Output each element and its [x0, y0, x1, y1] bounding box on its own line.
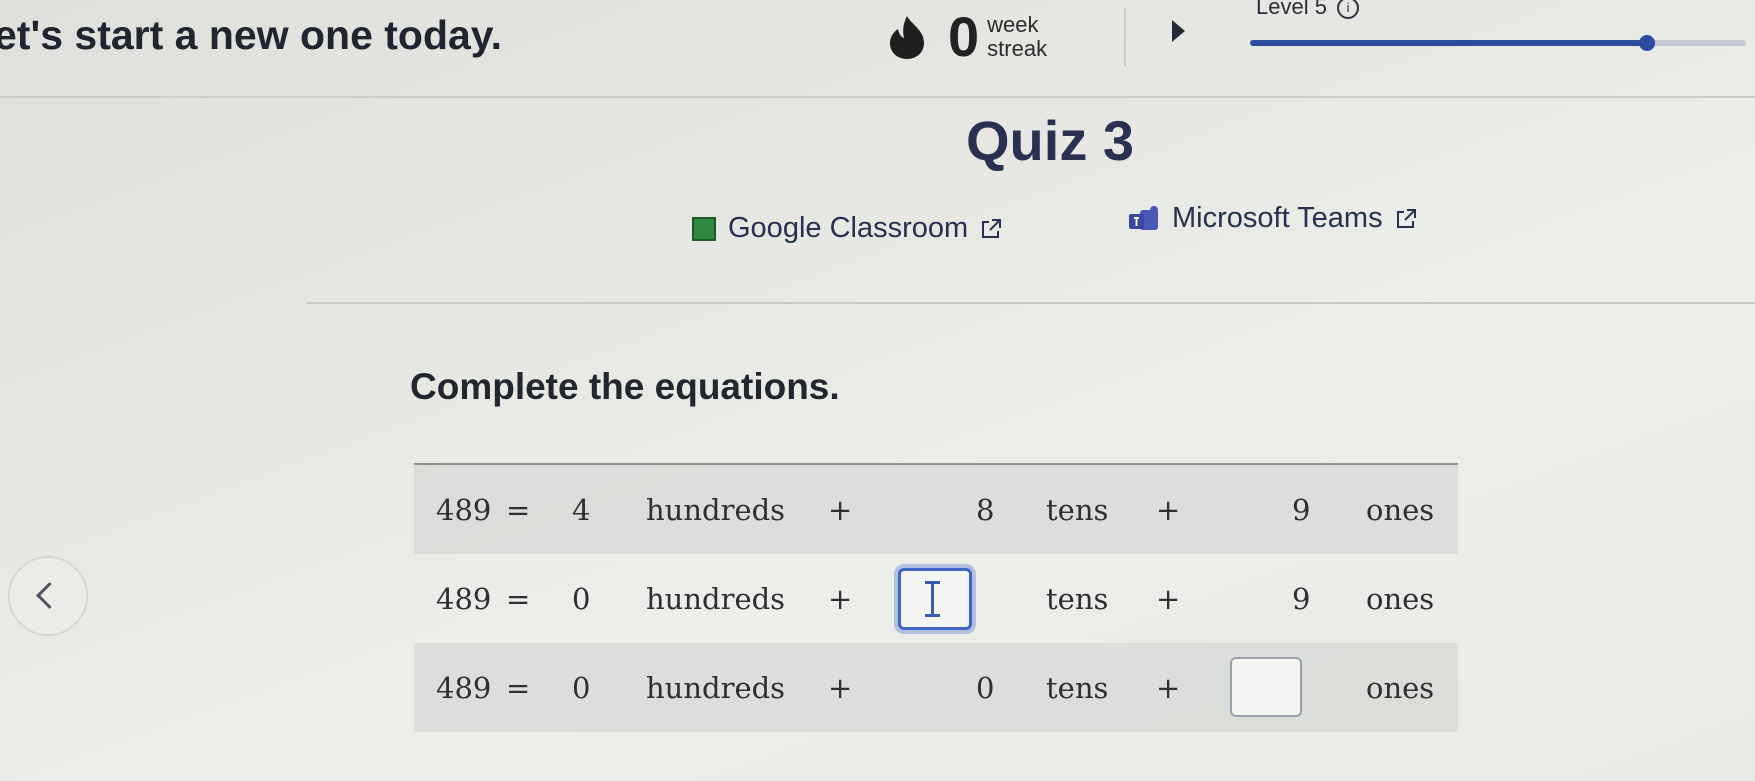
plus-sign: +	[1156, 671, 1181, 705]
external-link-icon	[1396, 208, 1416, 228]
hundreds-label: hundreds	[646, 671, 786, 705]
text-cursor-icon	[925, 581, 940, 617]
streak-label: week streak	[987, 13, 1047, 61]
plus-sign: +	[828, 493, 853, 527]
tens-value: 0	[976, 671, 995, 705]
info-icon[interactable]: i	[1337, 0, 1360, 20]
exercise-instructions: Complete the equations.	[410, 366, 840, 407]
hundreds-value: 4	[572, 493, 591, 527]
ones-label: ones	[1366, 671, 1435, 705]
tens-value: 8	[976, 493, 995, 527]
level-progress-bar	[1250, 35, 1746, 51]
level-progress-fill	[1250, 40, 1647, 46]
google-classroom-link[interactable]: Google Classroom	[692, 212, 1002, 245]
ones-label: ones	[1366, 582, 1435, 616]
tens-label: tens	[1046, 671, 1109, 705]
quiz-title: Quiz 3	[966, 109, 1135, 172]
ones-answer-input[interactable]	[1230, 657, 1302, 717]
equations-table: 489 = 4 hundreds + 8 tens + 9 ones 489 =…	[414, 463, 1458, 732]
plus-sign: +	[828, 671, 853, 705]
hundreds-label: hundreds	[646, 582, 786, 616]
streak-count: 0	[948, 5, 980, 68]
microsoft-teams-link[interactable]: Microsoft Teams	[1128, 202, 1417, 235]
equals-sign: =	[506, 671, 531, 705]
equals-sign: =	[506, 582, 531, 616]
equation-number: 489	[436, 493, 492, 527]
microsoft-teams-icon	[1129, 205, 1158, 230]
level-progress-marker	[1638, 35, 1655, 51]
plus-sign: +	[1156, 493, 1181, 527]
ones-label: ones	[1366, 493, 1435, 527]
streak-unit-bottom: streak	[987, 36, 1048, 61]
header-divider	[1124, 8, 1126, 66]
equation-number: 489	[436, 582, 492, 616]
equation-row: 489 = 0 hundreds + 0 tens + ones	[414, 643, 1458, 732]
hundreds-value: 0	[572, 671, 591, 705]
play-icon[interactable]	[1172, 20, 1185, 42]
section-divider	[306, 302, 1755, 304]
level-label: Level 5 i	[1256, 0, 1360, 20]
external-link-icon	[982, 218, 1002, 238]
tens-label: tens	[1046, 493, 1109, 527]
week-streak: 0 week streak	[884, 4, 1047, 70]
google-classroom-icon	[692, 216, 716, 241]
ones-value: 9	[1292, 493, 1311, 527]
equation-row: 489 = 0 hundreds + tens + 9 ones	[414, 554, 1458, 643]
microsoft-teams-label: Microsoft Teams	[1172, 202, 1383, 234]
chevron-left-icon	[36, 582, 63, 609]
streak-unit-top: week	[987, 12, 1039, 37]
plus-sign: +	[1156, 582, 1181, 616]
flame-icon	[890, 16, 924, 59]
google-classroom-label: Google Classroom	[728, 212, 969, 244]
previous-button[interactable]	[8, 556, 88, 636]
level-text: Level 5	[1256, 0, 1327, 19]
plus-sign: +	[828, 582, 853, 616]
tens-label: tens	[1046, 582, 1109, 616]
equation-number: 489	[436, 671, 492, 705]
equals-sign: =	[506, 493, 531, 527]
tens-answer-input[interactable]	[898, 568, 972, 630]
hundreds-value: 0	[572, 582, 591, 616]
greeting-text: et's start a new one today.	[0, 12, 502, 58]
ones-value: 9	[1292, 582, 1311, 616]
top-header: et's start a new one today. 0 week strea…	[0, 0, 1755, 98]
hundreds-label: hundreds	[646, 493, 786, 527]
equation-row: 489 = 4 hundreds + 8 tens + 9 ones	[414, 465, 1458, 554]
